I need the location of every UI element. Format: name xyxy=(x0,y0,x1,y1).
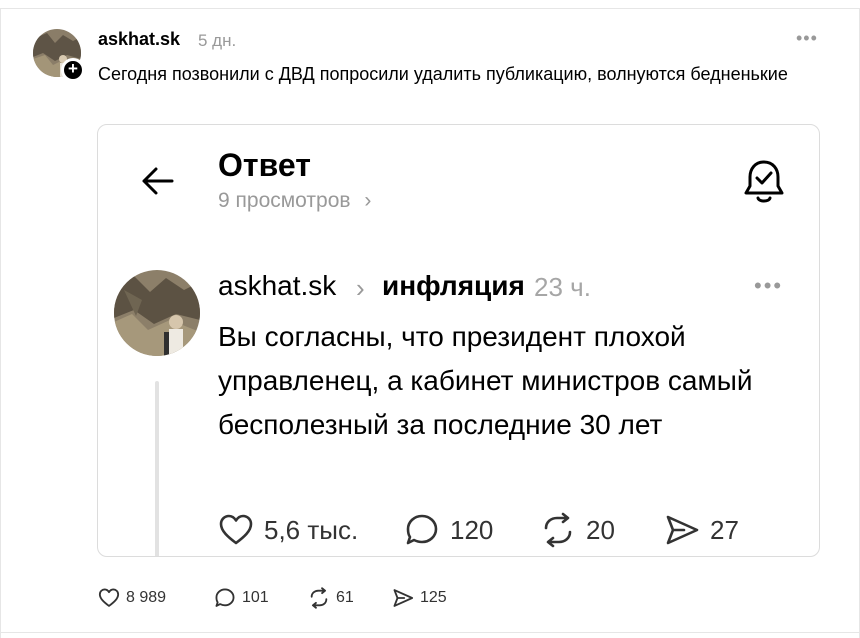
views-chevron-icon: › xyxy=(364,189,372,212)
embedded-like-button[interactable]: 5,6 тыс. xyxy=(218,510,358,550)
post-text: Сегодня позвонили с ДВД попросили удалит… xyxy=(98,64,788,84)
embedded-author-avatar[interactable] xyxy=(114,270,200,356)
views-count[interactable]: 9 просмотров › xyxy=(218,189,371,213)
comment-count: 101 xyxy=(242,589,269,606)
share-button[interactable]: 125 xyxy=(392,586,447,610)
heart-icon xyxy=(98,588,120,607)
like-button[interactable]: 8 989 xyxy=(98,586,166,610)
frame-top-border xyxy=(0,8,860,9)
repost-icon xyxy=(310,587,328,609)
embedded-share-button[interactable]: 27 xyxy=(664,510,739,550)
back-arrow-icon[interactable] xyxy=(138,161,178,201)
post-timestamp: 5 дн. xyxy=(198,31,237,50)
repost-icon xyxy=(544,512,572,548)
embedded-repost-count: 20 xyxy=(586,514,615,545)
follow-plus-icon[interactable]: + xyxy=(61,58,85,82)
chevron-right-icon: › xyxy=(356,273,365,303)
embedded-comment-count: 120 xyxy=(450,514,494,545)
bell-check-icon[interactable] xyxy=(742,157,786,205)
heart-icon xyxy=(219,514,253,545)
views-label: 9 просмотров xyxy=(218,189,351,212)
topic-tag[interactable]: инфляция xyxy=(382,270,525,302)
embedded-like-count: 5,6 тыс. xyxy=(264,514,359,545)
send-icon xyxy=(666,515,699,545)
embedded-repost-button[interactable]: 20 xyxy=(540,510,615,550)
send-icon xyxy=(393,589,414,607)
repost-button[interactable]: 61 xyxy=(308,586,354,610)
embedded-more-icon[interactable]: ••• xyxy=(754,273,783,299)
comment-button[interactable]: 101 xyxy=(214,586,269,610)
repost-count: 61 xyxy=(336,589,354,606)
like-count: 8 989 xyxy=(126,589,167,606)
thread-line xyxy=(155,381,159,556)
embedded-comment-button[interactable]: 120 xyxy=(404,510,493,550)
comment-bubble-icon xyxy=(215,588,235,607)
embedded-post-text: Вы согласны, что президент плохой управл… xyxy=(218,321,753,440)
comment-bubble-icon xyxy=(406,514,438,545)
embedded-author-username[interactable]: askhat.sk xyxy=(218,270,336,302)
frame-left-border xyxy=(0,8,1,638)
post-more-icon[interactable]: ••• xyxy=(796,28,818,49)
screen-title: Ответ xyxy=(218,147,311,183)
frame-bottom-border xyxy=(0,632,860,633)
embedded-share-count: 27 xyxy=(710,514,739,545)
share-count: 125 xyxy=(420,589,447,606)
embedded-screenshot-card[interactable]: Ответ 9 просмотров › askhat.sk › инфляци… xyxy=(97,124,820,557)
embedded-timestamp: 23 ч. xyxy=(534,272,591,302)
post-author-username[interactable]: askhat.sk xyxy=(98,29,180,50)
